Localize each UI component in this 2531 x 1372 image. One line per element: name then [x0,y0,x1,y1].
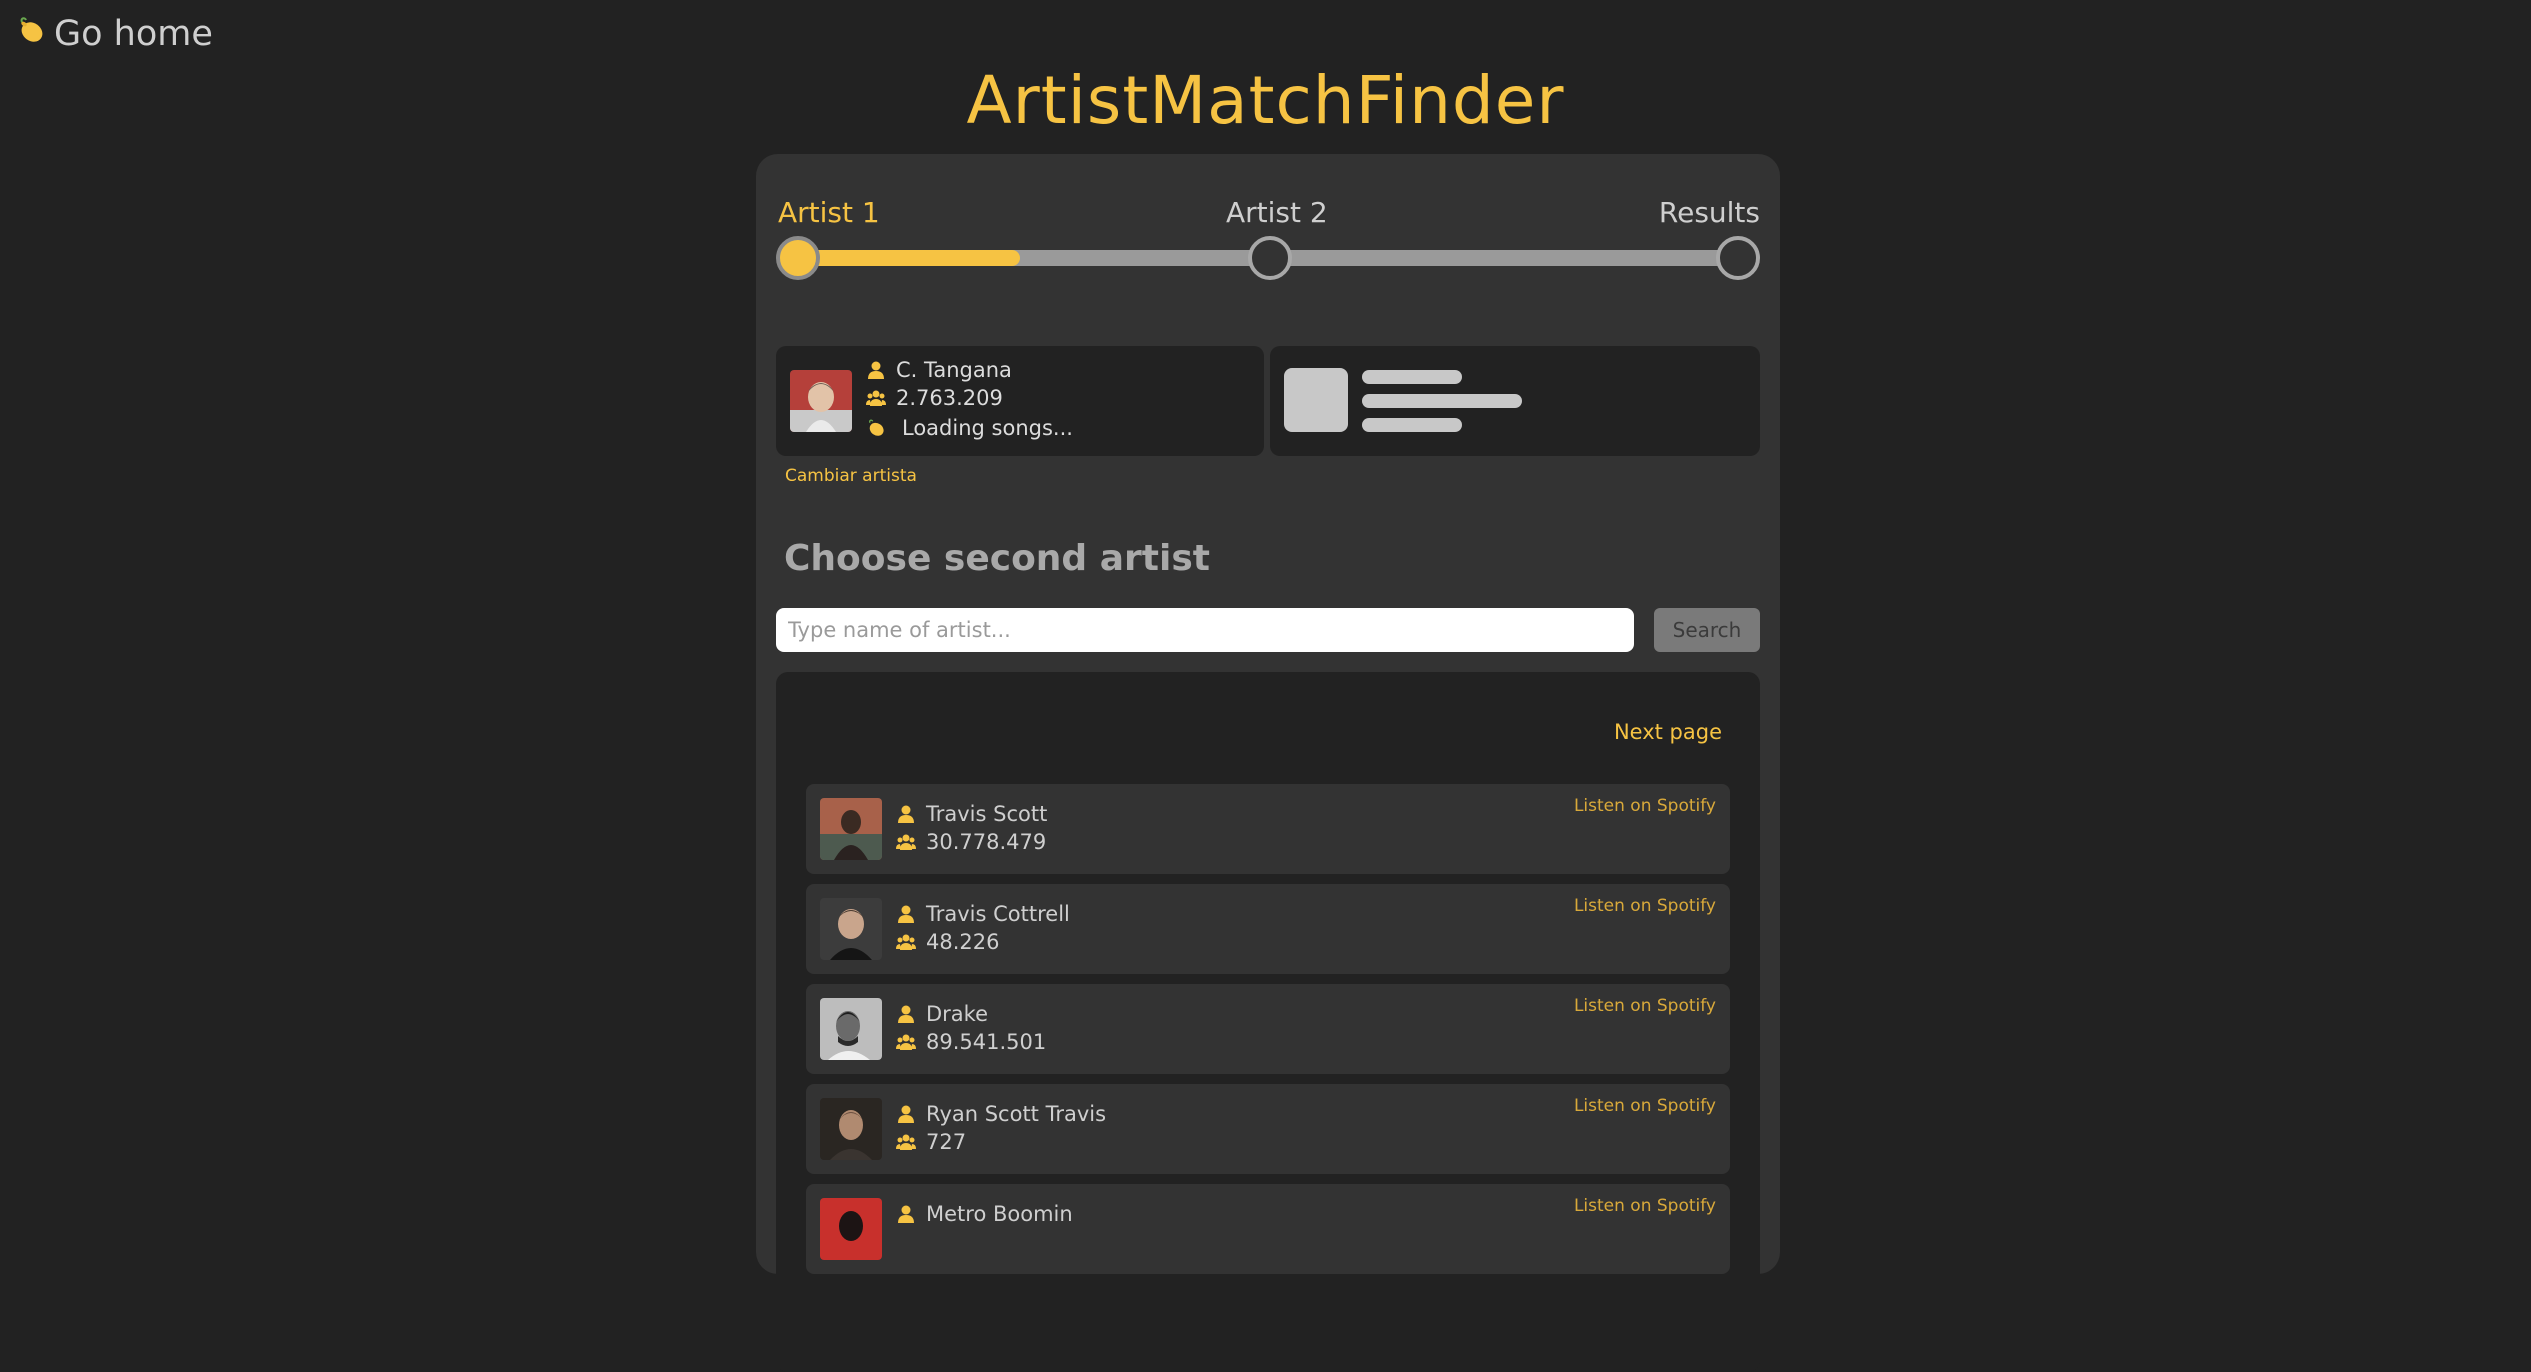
users-icon [896,1034,916,1050]
result-item[interactable]: Travis Scott 30.778.479 Listen on Spotif… [806,784,1730,874]
user-icon [896,1005,916,1023]
go-home-label: Go home [54,14,213,54]
step-dot-results[interactable] [1716,236,1760,280]
section-title: Choose second artist [784,538,1210,579]
artist-followers-row: 48.226 [896,930,999,954]
wizard-panel: Artist 1 Artist 2 Results C. Tangana 2.7… [756,154,1780,1372]
artist-name: Metro Boomin [926,1202,1073,1226]
artist-name: Travis Scott [926,802,1048,826]
artist-name-row: Drake [896,1002,988,1026]
listen-on-spotify-link[interactable]: Listen on Spotify [1574,996,1716,1016]
user-icon [896,1205,916,1223]
user-icon [866,361,886,379]
artist-followers-row: 727 [896,1130,966,1154]
skeleton-line [1362,418,1462,432]
selected-artist-card: C. Tangana 2.763.209 Loading songs... [776,346,1264,456]
users-icon [896,934,916,950]
artist-followers: 30.778.479 [926,830,1047,854]
artist-name-row: Travis Cottrell [896,902,1070,926]
listen-on-spotify-link[interactable]: Listen on Spotify [1574,1196,1716,1216]
second-artist-placeholder-card [1270,346,1760,456]
selected-artist-followers-row: 2.763.209 [866,386,1003,410]
skeleton-line [1362,370,1462,384]
selected-artist-name-row: C. Tangana [866,358,1012,382]
artist-name-row: Travis Scott [896,802,1047,826]
results-list: Next page Travis Scott 30.778.479 Listen… [776,672,1760,1372]
step-label-results[interactable]: Results [1659,196,1760,229]
artist-search-input[interactable] [776,608,1634,652]
user-icon [896,805,916,823]
skeleton-line [1362,394,1522,408]
artist-name: Ryan Scott Travis [926,1102,1107,1126]
artist-avatar [820,998,882,1060]
artist-followers: 48.226 [926,930,1000,954]
selected-artist-avatar [790,370,852,432]
next-page-link[interactable]: Next page [1614,720,1722,744]
listen-on-spotify-link[interactable]: Listen on Spotify [1574,796,1716,816]
search-button[interactable]: Search [1654,608,1760,652]
artist-followers-row: 30.778.479 [896,830,1046,854]
lemon-icon [16,14,46,54]
artist-name-row: Ryan Scott Travis [896,1102,1106,1126]
artist-avatar [820,1198,882,1260]
change-artist-link[interactable]: Cambiar artista [785,466,917,486]
selected-artist-name: C. Tangana [896,358,1012,382]
artist-followers: 89.541.501 [926,1030,1047,1054]
artist-avatar [820,898,882,960]
step-label-artist-1[interactable]: Artist 1 [778,196,880,229]
go-home-link[interactable]: Go home [16,14,213,54]
artist-avatar [820,798,882,860]
artist-followers-row: 89.541.501 [896,1030,1046,1054]
artist-name-row: Metro Boomin [896,1202,1073,1226]
artist-name: Travis Cottrell [926,902,1070,926]
users-icon [866,390,886,406]
step-dot-artist-1[interactable] [776,236,820,280]
step-dot-artist-2[interactable] [1248,236,1292,280]
skeleton-avatar [1284,368,1348,432]
result-item[interactable]: Metro Boomin Listen on Spotify [806,1184,1730,1274]
users-icon [896,1134,916,1150]
result-item[interactable]: Drake 89.541.501 Listen on Spotify [806,984,1730,1074]
artist-avatar [820,1098,882,1160]
result-item[interactable]: Travis Cottrell 48.226 Listen on Spotify [806,884,1730,974]
artist-followers: 727 [926,1130,967,1154]
app-title: ArtistMatchFinder [966,62,1565,139]
user-icon [896,1105,916,1123]
selected-artist-followers: 2.763.209 [896,386,1003,410]
listen-on-spotify-link[interactable]: Listen on Spotify [1574,1096,1716,1116]
result-item[interactable]: Ryan Scott Travis 727 Listen on Spotify [806,1084,1730,1174]
artist-name: Drake [926,1002,989,1026]
user-icon [896,905,916,923]
step-label-artist-2[interactable]: Artist 2 [1226,196,1328,229]
loading-songs-status: Loading songs... [902,416,1073,440]
listen-on-spotify-link[interactable]: Listen on Spotify [1574,896,1716,916]
selected-artist-status-row: Loading songs... [866,416,1073,440]
progress-fill [798,250,1020,266]
lemon-icon [866,417,886,439]
users-icon [896,834,916,850]
